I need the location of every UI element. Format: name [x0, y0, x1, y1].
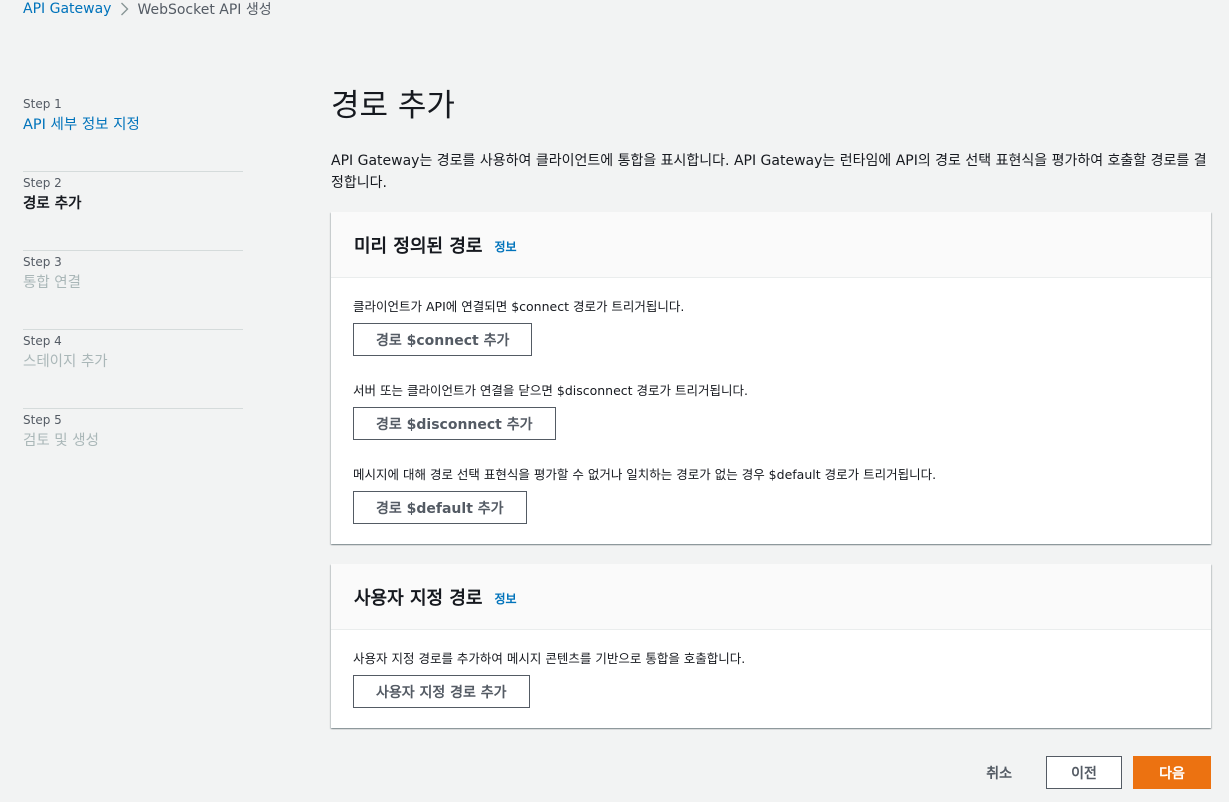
add-custom-route-button[interactable]: 사용자 지정 경로 추가 — [353, 675, 530, 708]
step-number: Step 3 — [23, 255, 62, 269]
custom-description: 사용자 지정 경로를 추가하여 메시지 콘텐츠를 기반으로 통합을 호출합니다. — [353, 651, 746, 666]
page-title: 경로 추가 — [331, 88, 455, 124]
panel-title: 미리 정의된 경로 — [354, 235, 483, 257]
step-1[interactable]: Step 1 API 세부 정보 지정 — [23, 93, 243, 172]
next-button[interactable]: 다음 — [1133, 756, 1211, 789]
step-number: Step 5 — [23, 413, 62, 427]
add-connect-route-button[interactable]: 경로 $connect 추가 — [353, 323, 533, 356]
cancel-button[interactable]: 취소 — [986, 763, 1012, 783]
step-5: Step 5 검토 및 생성 — [23, 409, 243, 488]
panel-header: 사용자 지정 경로 정보 — [331, 564, 1211, 630]
breadcrumb-api-gateway-link[interactable]: API Gateway — [23, 1, 111, 17]
chevron-right-icon — [111, 2, 137, 16]
wizard-steps: Step 1 API 세부 정보 지정 Step 2 경로 추가 Step 3 … — [23, 93, 243, 488]
breadcrumb: API Gateway WebSocket API 생성 — [23, 0, 272, 18]
connect-description: 클라이언트가 API에 연결되면 $connect 경로가 트리거됩니다. — [353, 299, 685, 314]
step-3-title: 통합 연결 — [23, 275, 81, 291]
step-4-title: 스테이지 추가 — [23, 354, 108, 370]
add-default-route-button[interactable]: 경로 $default 추가 — [353, 491, 527, 524]
step-1-link[interactable]: API 세부 정보 지정 — [23, 114, 243, 136]
predefined-routes-panel: 미리 정의된 경로 정보 클라이언트가 API에 연결되면 $connect 경… — [331, 212, 1211, 544]
custom-route-group: 사용자 지정 경로를 추가하여 메시지 콘텐츠를 기반으로 통합을 호출합니다.… — [353, 650, 1189, 708]
default-route-group: 메시지에 대해 경로 선택 표현식을 평가할 수 없거나 일치하는 경로가 없는… — [353, 466, 1189, 524]
step-5-title: 검토 및 생성 — [23, 433, 99, 449]
disconnect-description: 서버 또는 클라이언트가 연결을 닫으면 $disconnect 경로가 트리거… — [353, 383, 748, 398]
wizard-footer: 취소 이전 다음 — [986, 756, 1211, 789]
step-2: Step 2 경로 추가 — [23, 172, 243, 251]
step-2-title: 경로 추가 — [23, 196, 82, 212]
panel-body: 사용자 지정 경로를 추가하여 메시지 콘텐츠를 기반으로 통합을 호출합니다.… — [331, 630, 1211, 728]
default-description: 메시지에 대해 경로 선택 표현식을 평가할 수 없거나 일치하는 경로가 없는… — [353, 467, 937, 482]
custom-routes-panel: 사용자 지정 경로 정보 사용자 지정 경로를 추가하여 메시지 콘텐츠를 기반… — [331, 564, 1211, 728]
info-link[interactable]: 정보 — [494, 238, 516, 255]
step-3: Step 3 통합 연결 — [23, 251, 243, 330]
info-link[interactable]: 정보 — [494, 590, 516, 607]
panel-body: 클라이언트가 API에 연결되면 $connect 경로가 트리거됩니다. 경로… — [331, 278, 1211, 544]
disconnect-route-group: 서버 또는 클라이언트가 연결을 닫으면 $disconnect 경로가 트리거… — [353, 382, 1189, 440]
step-4: Step 4 스테이지 추가 — [23, 330, 243, 409]
step-number: Step 4 — [23, 334, 62, 348]
step-number: Step 2 — [23, 176, 62, 190]
add-disconnect-route-button[interactable]: 경로 $disconnect 추가 — [353, 407, 556, 440]
panel-title: 사용자 지정 경로 — [354, 587, 483, 609]
step-number: Step 1 — [23, 97, 62, 111]
page-description: API Gateway는 경로를 사용하여 클라이언트에 통합을 표시합니다. … — [331, 153, 1207, 191]
breadcrumb-current: WebSocket API 생성 — [137, 2, 272, 18]
previous-button[interactable]: 이전 — [1046, 756, 1122, 789]
panel-header: 미리 정의된 경로 정보 — [331, 212, 1211, 278]
connect-route-group: 클라이언트가 API에 연결되면 $connect 경로가 트리거됩니다. 경로… — [353, 298, 1189, 356]
